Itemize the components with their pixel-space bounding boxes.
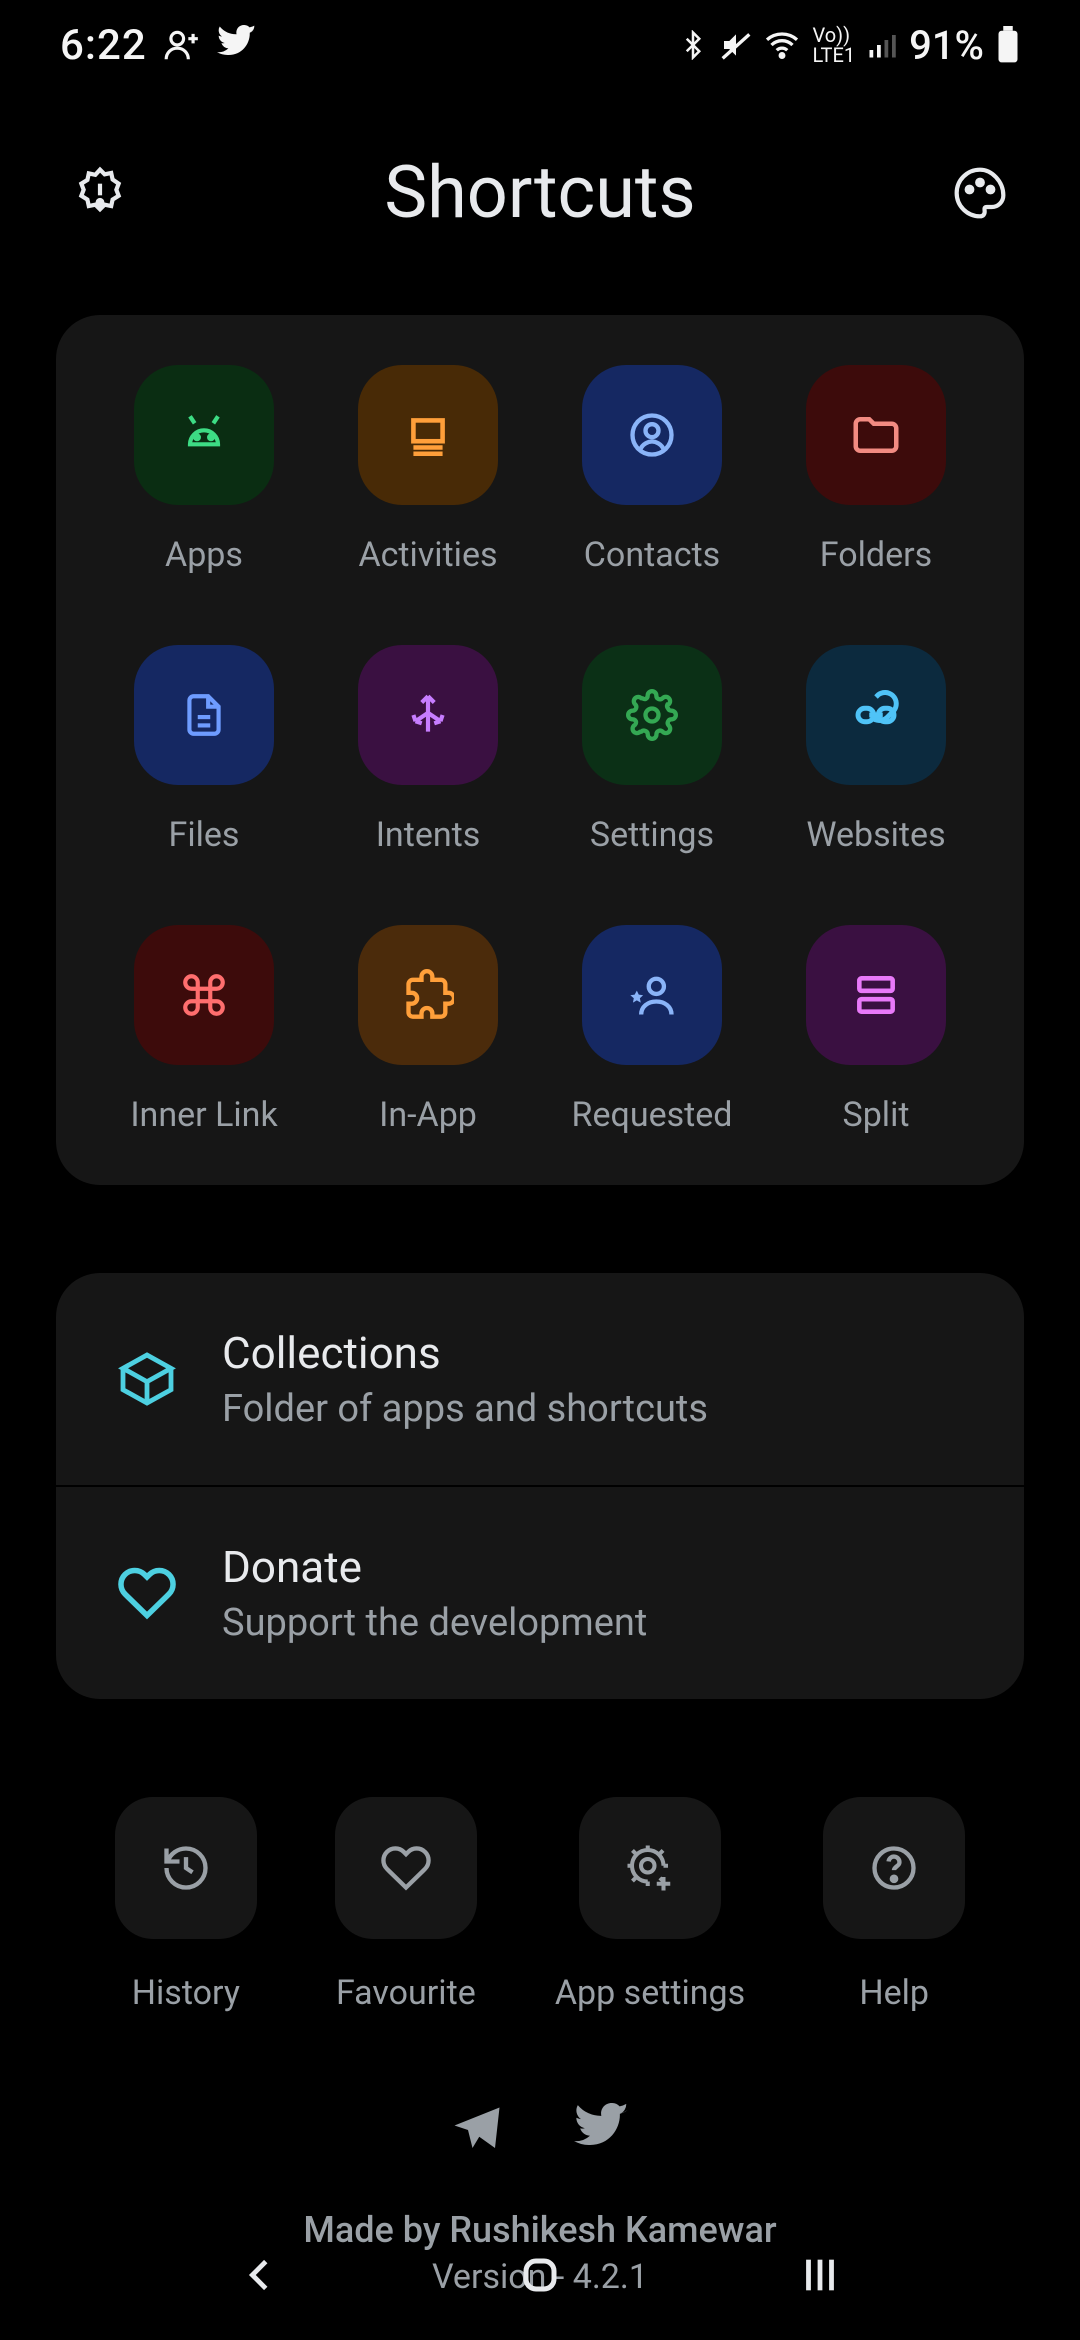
quick-app-settings[interactable]: App settings bbox=[555, 1797, 745, 2013]
shortcut-label: Inner Link bbox=[130, 1095, 277, 1135]
quick-label: App settings bbox=[555, 1973, 745, 2013]
command-icon bbox=[134, 925, 274, 1065]
shortcut-folders[interactable]: Folders bbox=[774, 365, 978, 575]
gear-plus-icon bbox=[579, 1797, 721, 1939]
android-navbar bbox=[0, 2210, 1080, 2340]
wifi-icon bbox=[764, 27, 800, 63]
shortcut-websites[interactable]: Websites bbox=[774, 645, 978, 855]
page-title: Shortcuts bbox=[384, 150, 695, 235]
shortcut-label: Folders bbox=[820, 535, 932, 575]
row-sub: Folder of apps and shortcuts bbox=[222, 1387, 708, 1431]
shortcut-label: Requested bbox=[572, 1095, 733, 1135]
shortcut-label: Settings bbox=[590, 815, 714, 855]
gear-icon bbox=[582, 645, 722, 785]
nav-recents[interactable] bbox=[780, 2235, 860, 2315]
history-icon bbox=[115, 1797, 257, 1939]
status-left: 6:22 bbox=[60, 21, 257, 70]
signal-icon bbox=[867, 30, 897, 60]
twitter-icon bbox=[217, 25, 257, 65]
shortcut-apps[interactable]: Apps bbox=[102, 365, 306, 575]
battery-percent: 91% bbox=[909, 22, 984, 69]
quick-label: History bbox=[132, 1973, 240, 2013]
shortcut-split[interactable]: Split bbox=[774, 925, 978, 1135]
quick-favourite[interactable]: Favourite bbox=[335, 1797, 477, 2013]
shortcut-settings[interactable]: Settings bbox=[550, 645, 754, 855]
person-star-icon bbox=[582, 925, 722, 1065]
status-bar: 6:22 Vo))LTE1 91% bbox=[0, 0, 1080, 90]
quick-label: Help bbox=[859, 1973, 929, 2013]
android-icon bbox=[134, 365, 274, 505]
new-badge-icon[interactable] bbox=[70, 163, 130, 223]
shortcuts-grid: Apps Activities Contacts Folders Files bbox=[102, 365, 978, 1135]
telegram-icon[interactable] bbox=[450, 2103, 504, 2159]
nav-back[interactable] bbox=[220, 2235, 300, 2315]
list-card: Collections Folder of apps and shortcuts… bbox=[56, 1273, 1024, 1699]
heart-outline-icon bbox=[335, 1797, 477, 1939]
row-text: Collections Folder of apps and shortcuts bbox=[222, 1327, 708, 1431]
shortcut-label: In-App bbox=[379, 1095, 477, 1135]
shortcut-label: Activities bbox=[358, 535, 497, 575]
bluetooth-icon bbox=[678, 30, 708, 60]
split-icon bbox=[806, 925, 946, 1065]
shortcut-intents[interactable]: Intents bbox=[326, 645, 530, 855]
add-person-icon bbox=[163, 26, 201, 64]
stack-icon bbox=[358, 365, 498, 505]
footer-icons bbox=[0, 2103, 1080, 2159]
battery-icon bbox=[996, 26, 1020, 64]
shortcut-label: Intents bbox=[376, 815, 481, 855]
puzzle-icon bbox=[358, 925, 498, 1065]
box-icon bbox=[112, 1344, 182, 1414]
row-title: Donate bbox=[222, 1541, 647, 1593]
shortcut-label: Contacts bbox=[584, 535, 720, 575]
status-time: 6:22 bbox=[60, 21, 147, 70]
shortcut-label: Websites bbox=[806, 815, 945, 855]
status-right: Vo))LTE1 91% bbox=[678, 22, 1020, 69]
twitter-footer-icon[interactable] bbox=[574, 2103, 630, 2159]
contact-icon bbox=[582, 365, 722, 505]
quick-history[interactable]: History bbox=[115, 1797, 257, 2013]
shortcut-label: Files bbox=[169, 815, 240, 855]
quick-help[interactable]: Help bbox=[823, 1797, 965, 2013]
heart-icon bbox=[112, 1558, 182, 1628]
shortcut-files[interactable]: Files bbox=[102, 645, 306, 855]
help-icon bbox=[823, 1797, 965, 1939]
shortcut-activities[interactable]: Activities bbox=[326, 365, 530, 575]
row-collections[interactable]: Collections Folder of apps and shortcuts bbox=[56, 1273, 1024, 1485]
lte-label: Vo))LTE1 bbox=[812, 25, 855, 65]
folder-icon bbox=[806, 365, 946, 505]
shortcut-label: Apps bbox=[165, 535, 243, 575]
shortcut-in-app[interactable]: In-App bbox=[326, 925, 530, 1135]
shortcuts-card: Apps Activities Contacts Folders Files bbox=[56, 315, 1024, 1185]
quick-row: History Favourite App settings Help bbox=[56, 1797, 1024, 2013]
shortcut-contacts[interactable]: Contacts bbox=[550, 365, 754, 575]
row-donate[interactable]: Donate Support the development bbox=[56, 1485, 1024, 1699]
link-icon bbox=[806, 645, 946, 785]
file-icon bbox=[134, 645, 274, 785]
shortcut-requested[interactable]: Requested bbox=[550, 925, 754, 1135]
mute-icon bbox=[720, 29, 752, 61]
shortcut-label: Split bbox=[843, 1095, 910, 1135]
nav-home[interactable] bbox=[500, 2235, 580, 2315]
arrows-icon bbox=[358, 645, 498, 785]
shortcut-inner-link[interactable]: Inner Link bbox=[102, 925, 306, 1135]
row-sub: Support the development bbox=[222, 1601, 647, 1645]
row-text: Donate Support the development bbox=[222, 1541, 647, 1645]
app-header: Shortcuts bbox=[0, 90, 1080, 315]
quick-label: Favourite bbox=[336, 1973, 476, 2013]
row-title: Collections bbox=[222, 1327, 708, 1379]
palette-icon[interactable] bbox=[950, 163, 1010, 223]
